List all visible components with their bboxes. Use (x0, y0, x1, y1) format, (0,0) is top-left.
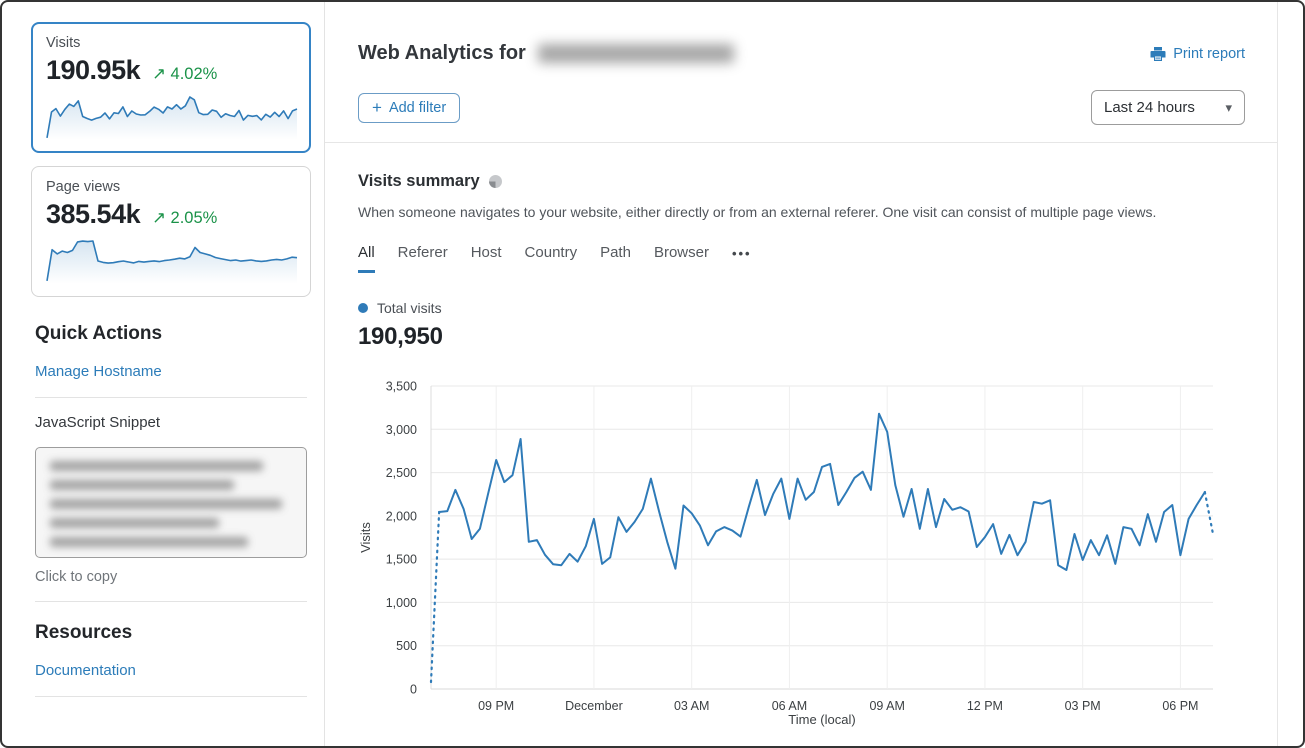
quick-actions-heading: Quick Actions (35, 323, 306, 345)
page-title: Web Analytics for (358, 42, 734, 65)
blurred-code-line (50, 461, 263, 471)
printer-icon (1150, 46, 1166, 62)
chart-legend: Total visits (358, 300, 1245, 316)
tab-country[interactable]: Country (525, 244, 578, 273)
svg-text:06 AM: 06 AM (772, 699, 807, 713)
time-range-value: Last 24 hours (1104, 99, 1195, 116)
metric-label: Visits (46, 35, 296, 51)
metric-delta: ↗ 4.02% (152, 64, 217, 84)
add-filter-button[interactable]: + Add filter (358, 93, 460, 123)
more-tabs-ellipsis-icon[interactable]: ••• (732, 246, 752, 273)
svg-text:2,000: 2,000 (386, 509, 417, 523)
svg-text:2,500: 2,500 (386, 466, 417, 480)
tab-referer[interactable]: Referer (398, 244, 448, 273)
svg-text:Visits: Visits (358, 522, 373, 553)
print-report-button[interactable]: Print report (1150, 46, 1245, 62)
blurred-code-line (50, 537, 248, 547)
tab-browser[interactable]: Browser (654, 244, 709, 273)
visits-sparkline (46, 90, 296, 142)
trend-up-icon: ↗ (152, 209, 166, 227)
tab-host[interactable]: Host (471, 244, 502, 273)
plus-icon: + (372, 99, 382, 116)
time-range-select[interactable]: Last 24 hours ▾ (1091, 90, 1245, 125)
code-snippet-blurred[interactable] (35, 447, 307, 558)
chevron-down-icon: ▾ (1225, 100, 1232, 116)
summary-tabs: All Referer Host Country Path Browser ••… (358, 244, 1245, 273)
metric-value: 385.54k (46, 199, 140, 230)
svg-text:500: 500 (396, 639, 417, 653)
blurred-site-domain (538, 44, 734, 63)
svg-text:03 PM: 03 PM (1065, 699, 1101, 713)
metric-value: 190.95k (46, 55, 140, 86)
sidebar: Visits 190.95k ↗ 4.02% Page views 385.54… (2, 2, 325, 746)
legend-dot-icon (358, 303, 368, 313)
divider (35, 696, 307, 697)
resources-heading: Resources (35, 622, 306, 644)
svg-text:December: December (565, 699, 623, 713)
blurred-code-line (50, 518, 219, 528)
divider (325, 142, 1277, 143)
metric-card-page-views[interactable]: Page views 385.54k ↗ 2.05% (31, 166, 311, 297)
svg-text:03 AM: 03 AM (674, 699, 709, 713)
click-to-copy-hint: Click to copy (35, 569, 306, 585)
svg-text:1,000: 1,000 (386, 596, 417, 610)
metric-delta: ↗ 2.05% (152, 208, 217, 228)
help-icon[interactable] (489, 175, 502, 188)
svg-text:09 AM: 09 AM (869, 699, 904, 713)
divider (35, 601, 307, 602)
visits-summary-title: Visits summary (358, 172, 480, 191)
metric-card-visits[interactable]: Visits 190.95k ↗ 4.02% (31, 22, 311, 153)
svg-text:09 PM: 09 PM (478, 699, 514, 713)
visits-summary-description: When someone navigates to your website, … (358, 204, 1245, 220)
print-report-label: Print report (1173, 46, 1245, 62)
metric-label: Page views (46, 179, 296, 195)
documentation-link[interactable]: Documentation (35, 662, 136, 679)
manage-hostname-link[interactable]: Manage Hostname (35, 363, 162, 380)
legend-label: Total visits (377, 300, 442, 316)
svg-text:0: 0 (410, 683, 417, 697)
svg-text:Time (local): Time (local) (788, 712, 855, 727)
tab-path[interactable]: Path (600, 244, 631, 273)
blurred-code-line (50, 499, 282, 509)
tab-all[interactable]: All (358, 244, 375, 273)
page-views-sparkline (46, 234, 296, 286)
blurred-code-line (50, 480, 234, 490)
total-visits-value: 190,950 (358, 323, 1245, 351)
svg-text:12 PM: 12 PM (967, 699, 1003, 713)
javascript-snippet-label: JavaScript Snippet (35, 414, 306, 431)
svg-text:3,000: 3,000 (386, 423, 417, 437)
content-right-divider (1277, 2, 1278, 746)
app-window: Visits 190.95k ↗ 4.02% Page views 385.54… (0, 0, 1305, 748)
svg-text:06 PM: 06 PM (1162, 699, 1198, 713)
svg-text:3,500: 3,500 (386, 380, 417, 394)
visits-line-chart[interactable]: 0 500 1,000 1,500 2,000 2,500 3,000 3,500 09 PM D… (358, 378, 1245, 735)
divider (35, 397, 307, 398)
svg-text:1,500: 1,500 (386, 553, 417, 567)
trend-up-icon: ↗ (152, 65, 166, 83)
main-panel: Web Analytics for Print report + A (325, 2, 1303, 746)
